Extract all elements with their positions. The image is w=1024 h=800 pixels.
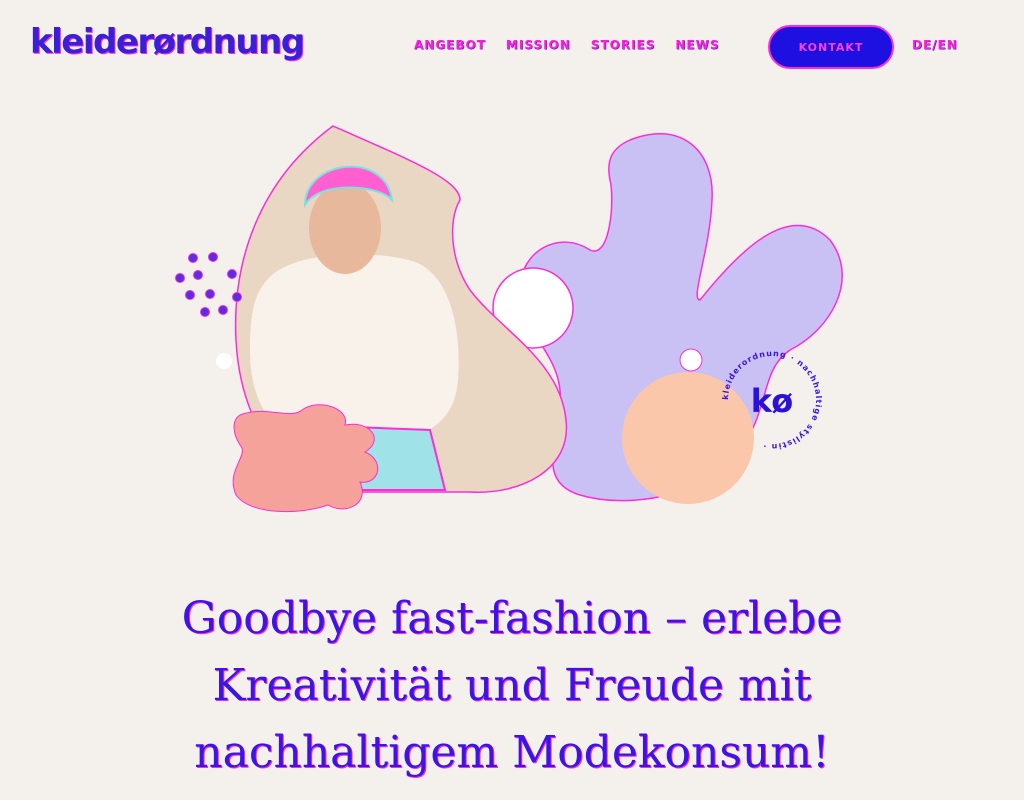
person-sweater (250, 254, 459, 440)
dots-cluster (175, 252, 242, 317)
hero-headline: Goodbye fast-fashion – erlebe Kreativitä… (0, 585, 1024, 786)
hero-illustration: kleiderordnung · nachhaltige stylistin ·… (175, 125, 843, 512)
headline-line-2: Kreativität und Freude mit (212, 660, 812, 711)
peach-circle-shape (622, 372, 754, 504)
headline-line-3: nachhaltigem Modekonsum! (194, 727, 830, 778)
white-circle-small (679, 348, 703, 372)
person-face (309, 182, 381, 274)
headline-line-1: Goodbye fast-fashion – erlebe (181, 593, 843, 644)
white-circle-dot (216, 353, 232, 369)
badge-monogram: kø (751, 382, 794, 420)
